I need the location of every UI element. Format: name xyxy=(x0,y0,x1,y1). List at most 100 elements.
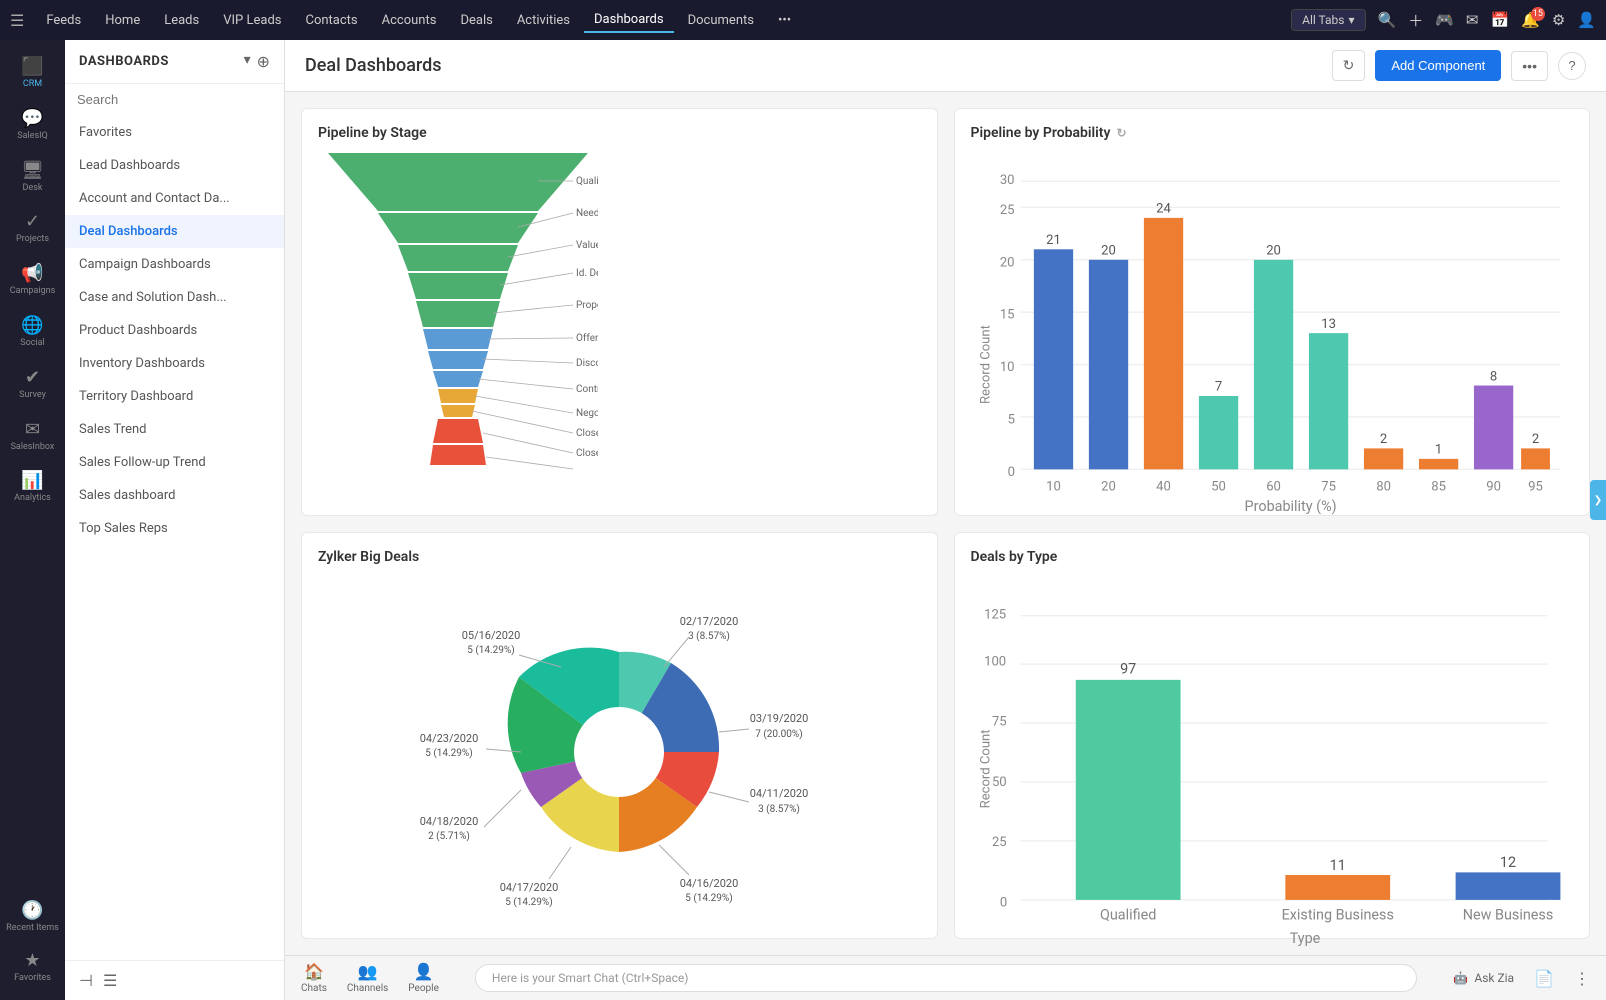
search-icon[interactable]: 🔍 xyxy=(1378,11,1397,29)
nav-home[interactable]: Home xyxy=(95,9,150,32)
sidebar-collapse-icon[interactable]: ⊣ xyxy=(79,971,93,990)
sidebar-list-icon[interactable]: ☰ xyxy=(103,971,117,990)
bottom-people[interactable]: 👤 People xyxy=(408,962,439,994)
sidebar-item-campaigns[interactable]: 📢 Campaigns xyxy=(0,255,65,305)
sidebar-item-salesinbox[interactable]: ✉ SalesInbox xyxy=(0,411,65,461)
help-button[interactable]: ? xyxy=(1558,52,1586,80)
sidebar-item-favorites[interactable]: ★ Favorites xyxy=(0,942,65,992)
nav-item-deal-dashboards[interactable]: Deal Dashboards xyxy=(65,215,284,248)
content-header: Deal Dashboards ↻ Add Component ••• ? xyxy=(285,40,1606,92)
mail-icon[interactable]: ✉ xyxy=(1466,11,1479,29)
sidebar-item-analytics[interactable]: 📊 Analytics xyxy=(0,462,65,512)
prob-refresh-icon[interactable]: ↻ xyxy=(1116,126,1126,140)
svg-text:Probability (%): Probability (%) xyxy=(1244,498,1336,515)
svg-text:Existing Business: Existing Business xyxy=(1281,906,1393,923)
nav-item-top-sales-reps[interactable]: Top Sales Reps xyxy=(65,512,284,545)
smart-chat-input[interactable]: Here is your Smart Chat (Ctrl+Space) xyxy=(475,964,1418,992)
survey-icon: ✔ xyxy=(25,367,40,388)
nav-item-sales-dashboard[interactable]: Sales dashboard xyxy=(65,479,284,512)
add-component-button[interactable]: Add Component xyxy=(1375,50,1501,81)
sidebar-item-projects[interactable]: ✓ Projects xyxy=(0,203,65,253)
sidebar-item-salesiq[interactable]: 💬 SalesIQ xyxy=(0,100,65,150)
nav-feeds[interactable]: Feeds xyxy=(36,9,91,32)
nav-add-icon[interactable]: ⊕ xyxy=(257,52,270,71)
all-tabs-button[interactable]: All Tabs ▾ xyxy=(1291,9,1365,31)
svg-text:1: 1 xyxy=(1434,443,1441,458)
svg-text:Negotiation/Review: Negotiation/Review xyxy=(576,408,598,419)
svg-text:50: 50 xyxy=(1211,479,1226,494)
nav-item-lead-dashboards[interactable]: Lead Dashboards xyxy=(65,149,284,182)
svg-text:Offer a Discount: Offer a Discount xyxy=(576,332,598,344)
svg-text:20: 20 xyxy=(1101,244,1116,259)
gamepad-icon[interactable]: 🎮 xyxy=(1435,11,1454,29)
nav-dropdown-icon[interactable]: ▾ xyxy=(244,52,251,71)
nav-item-territory-dashboard[interactable]: Territory Dashboard xyxy=(65,380,284,413)
nav-leads[interactable]: Leads xyxy=(154,9,209,32)
nav-activities[interactable]: Activities xyxy=(507,9,580,32)
analytics-icon: 📊 xyxy=(21,470,43,491)
svg-text:5 (14.29%): 5 (14.29%) xyxy=(426,747,473,759)
deals-type-title: Deals by Type xyxy=(971,549,1574,565)
nav-item-account-contact[interactable]: Account and Contact Da... xyxy=(65,182,284,215)
bottom-right-icon1[interactable]: 📄 xyxy=(1534,969,1554,988)
more-options-button[interactable]: ••• xyxy=(1511,51,1548,81)
settings-icon[interactable]: ⚙ xyxy=(1552,11,1565,29)
projects-icon: ✓ xyxy=(25,211,40,232)
right-collapse-tab[interactable]: ❯ xyxy=(1590,480,1606,520)
social-icon: 🌐 xyxy=(21,315,43,336)
bottom-right-icon2[interactable]: ⋮ xyxy=(1574,969,1590,988)
nav-item-sales-followup[interactable]: Sales Follow-up Trend xyxy=(65,446,284,479)
svg-text:80: 80 xyxy=(1376,479,1391,494)
nav-documents[interactable]: Documents xyxy=(678,9,764,32)
svg-text:2: 2 xyxy=(1379,432,1386,447)
ask-zia-button[interactable]: 🤖 Ask Zia xyxy=(1453,971,1514,985)
page-title: Deal Dashboards xyxy=(305,55,1322,76)
nav-contacts[interactable]: Contacts xyxy=(295,9,367,32)
avatar-icon[interactable]: 👤 xyxy=(1577,11,1596,29)
svg-text:25: 25 xyxy=(991,835,1006,850)
svg-text:Value Proposition: Value Proposition xyxy=(576,240,598,251)
svg-text:Record Count: Record Count xyxy=(978,325,993,404)
bottom-chats[interactable]: 🏠 Chats xyxy=(301,962,327,994)
menu-icon[interactable]: ☰ xyxy=(10,11,24,30)
sidebar-item-recent[interactable]: 🕐 Recent Items xyxy=(0,892,65,942)
svg-text:7: 7 xyxy=(1214,380,1221,395)
nav-item-case-solution[interactable]: Case and Solution Dash... xyxy=(65,281,284,314)
svg-text:0: 0 xyxy=(1007,465,1014,480)
refresh-button[interactable]: ↻ xyxy=(1332,50,1366,81)
svg-text:Contract sent: Contract sent xyxy=(576,384,598,395)
nav-item-product-dashboards[interactable]: Product Dashboards xyxy=(65,314,284,347)
svg-text:Proposal/Price Quote: Proposal/Price Quote xyxy=(576,300,598,311)
nav-dashboards[interactable]: Dashboards xyxy=(584,8,674,33)
funnel-chart-area: Qualification Needs Analysis Value Propo… xyxy=(318,153,921,499)
bottom-channels[interactable]: 👥 Channels xyxy=(347,962,388,994)
icon-sidebar: ⬛ CRM 💬 SalesIQ 🖥 Desk ✓ Projects 📢 Camp… xyxy=(0,40,65,1000)
favorites-icon: ★ xyxy=(24,950,40,971)
nav-item-sales-trend[interactable]: Sales Trend xyxy=(65,413,284,446)
nav-deals[interactable]: Deals xyxy=(450,9,502,32)
svg-text:15: 15 xyxy=(999,308,1014,323)
sidebar-item-desk[interactable]: 🖥 Desk xyxy=(0,152,65,202)
nav-search-input[interactable] xyxy=(77,92,272,107)
nav-more[interactable]: ••• xyxy=(768,9,801,32)
svg-text:5 (14.29%): 5 (14.29%) xyxy=(468,644,515,656)
prob-chart-area: Record Count 0 5 10 15 20 25 30 xyxy=(971,153,1574,524)
content-area: Deal Dashboards ↻ Add Component ••• ? Pi… xyxy=(285,40,1606,1000)
sidebar-item-crm[interactable]: ⬛ CRM xyxy=(0,48,65,98)
channels-icon: 👥 xyxy=(358,962,378,981)
nav-accounts[interactable]: Accounts xyxy=(372,9,447,32)
nav-item-favorites[interactable]: Favorites xyxy=(65,116,284,149)
notification-icon[interactable]: 🔔15 xyxy=(1521,11,1540,29)
nav-item-campaign-dashboards[interactable]: Campaign Dashboards xyxy=(65,248,284,281)
nav-vip-leads[interactable]: VIP Leads xyxy=(213,9,291,32)
sidebar-item-survey[interactable]: ✔ Survey xyxy=(0,359,65,409)
sidebar-item-social[interactable]: 🌐 Social xyxy=(0,307,65,357)
chats-icon: 🏠 xyxy=(304,962,324,981)
calendar-icon[interactable]: 📅 xyxy=(1490,11,1509,29)
svg-text:3 (8.57%): 3 (8.57%) xyxy=(758,803,800,815)
nav-item-inventory-dashboards[interactable]: Inventory Dashboards xyxy=(65,347,284,380)
svg-text:Closed Won: Closed Won xyxy=(576,428,598,439)
pipeline-by-probability-card: Pipeline by Probability ↻ Record Count 0… xyxy=(954,108,1591,516)
svg-text:20: 20 xyxy=(1101,479,1116,494)
add-icon[interactable]: ＋ xyxy=(1408,10,1423,31)
